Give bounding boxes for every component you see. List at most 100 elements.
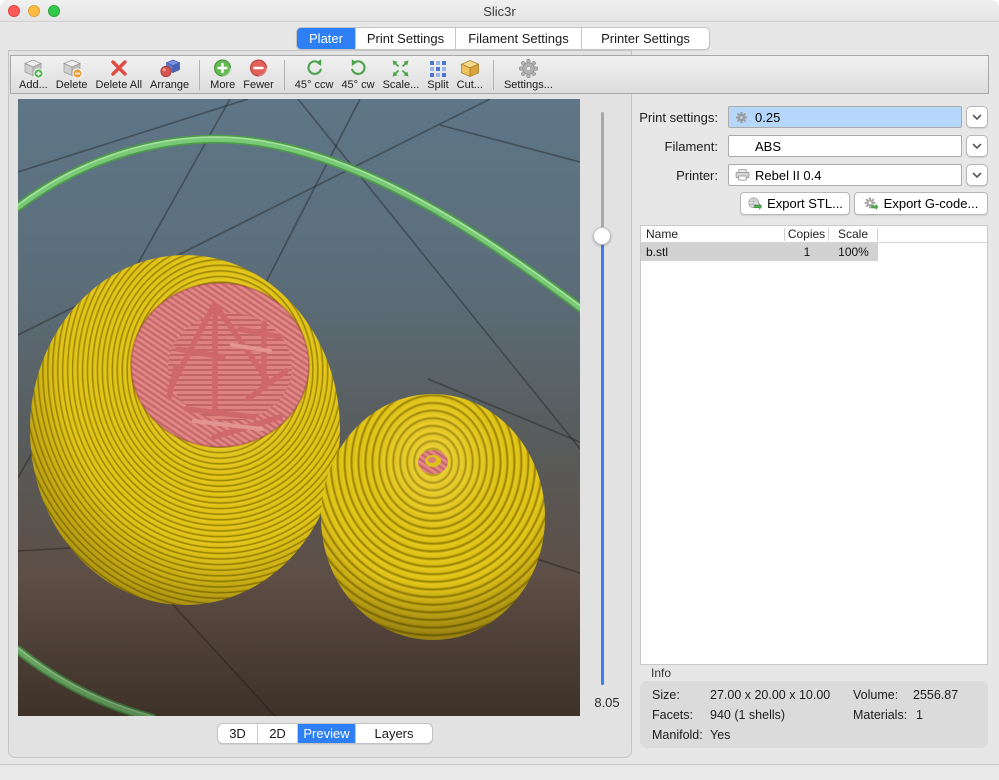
rotate-ccw-button[interactable]: 45° ccw xyxy=(291,57,338,91)
filament-dropdown-button[interactable] xyxy=(966,135,988,157)
chevron-down-icon xyxy=(972,143,982,150)
add-object-icon xyxy=(21,58,45,79)
layer-slider-handle[interactable] xyxy=(593,227,611,245)
rotate-cw-button[interactable]: 45° cw xyxy=(337,57,378,91)
window-title: Slic3r xyxy=(0,4,999,19)
materials-value: 1 xyxy=(916,708,923,722)
facets-label: Facets: xyxy=(652,708,693,722)
printer-value: Rebel II 0.4 xyxy=(755,168,822,183)
size-label: Size: xyxy=(652,688,680,702)
layer-slider-fill xyxy=(601,236,604,685)
facets-value: 940 (1 shells) xyxy=(710,708,785,722)
view-tab-preview[interactable]: Preview xyxy=(298,724,356,743)
printer-label: Printer: xyxy=(628,168,718,183)
export-gcode-icon xyxy=(864,197,879,211)
column-header-copies[interactable]: Copies xyxy=(785,228,829,241)
toolbar: Add... Delete Delete All xyxy=(10,55,989,94)
view-tab-2d[interactable]: 2D xyxy=(258,724,298,743)
tab-printer-settings[interactable]: Printer Settings xyxy=(582,28,709,49)
manifold-label: Manifold: xyxy=(652,728,703,742)
add-button[interactable]: Add... xyxy=(15,57,52,91)
volume-value: 2556.87 xyxy=(913,688,958,702)
print-preview-scene xyxy=(18,99,580,716)
export-gcode-button[interactable]: Export G-code... xyxy=(854,192,988,215)
tab-plater[interactable]: Plater xyxy=(297,28,356,49)
main-tab-bar: Plater Print Settings Filament Settings … xyxy=(296,27,710,50)
toolbar-label: Scale... xyxy=(383,79,420,91)
toolbar-label: Settings... xyxy=(504,79,553,91)
toolbar-separator xyxy=(493,60,494,90)
title-bar: Slic3r xyxy=(0,0,999,22)
toolbar-label: 45° cw xyxy=(341,79,374,91)
delete-button[interactable]: Delete xyxy=(52,57,92,91)
toolbar-label: More xyxy=(210,79,235,91)
cell-copies: 1 xyxy=(785,245,829,259)
toolbar-label: Add... xyxy=(19,79,48,91)
cut-button[interactable]: Cut... xyxy=(453,57,487,91)
app-window: Slic3r Plater Print Settings Filament Se… xyxy=(0,0,999,780)
toolbar-label: Arrange xyxy=(150,79,189,91)
print-settings-combo[interactable]: 0.25 xyxy=(728,106,962,128)
gear-icon xyxy=(735,111,750,124)
tab-print-settings[interactable]: Print Settings xyxy=(356,28,456,49)
manifold-value: Yes xyxy=(710,728,730,742)
printer-icon xyxy=(735,169,750,181)
printer-combo[interactable]: Rebel II 0.4 xyxy=(728,164,962,186)
chevron-down-icon xyxy=(972,114,982,121)
export-stl-label: Export STL... xyxy=(767,196,843,211)
filament-combo[interactable]: ABS xyxy=(728,135,962,157)
settings-button[interactable]: Settings... xyxy=(500,57,557,91)
fewer-button[interactable]: Fewer xyxy=(239,57,278,91)
column-header-name[interactable]: Name xyxy=(641,228,785,241)
toolbar-separator xyxy=(284,60,285,90)
printed-object-large xyxy=(30,255,340,605)
toolbar-label: Delete All xyxy=(96,79,142,91)
delete-all-icon xyxy=(108,58,130,79)
more-copies-icon xyxy=(212,58,233,79)
split-button[interactable]: Split xyxy=(423,57,452,91)
table-row[interactable]: b.stl 1 100% xyxy=(641,243,987,261)
arrange-icon xyxy=(158,58,182,79)
more-button[interactable]: More xyxy=(206,57,239,91)
view-tab-bar: 3D 2D Preview Layers xyxy=(217,723,433,744)
column-header-scale[interactable]: Scale xyxy=(829,228,878,241)
cell-scale: 100% xyxy=(829,245,878,259)
object-list-header: Name Copies Scale xyxy=(641,226,987,243)
filament-value: ABS xyxy=(755,139,781,154)
cut-icon xyxy=(458,58,482,79)
view-tab-layers[interactable]: Layers xyxy=(356,724,432,743)
toolbar-label: Cut... xyxy=(457,79,483,91)
scale-button[interactable]: Scale... xyxy=(379,57,424,91)
info-section-title: Info xyxy=(651,666,671,680)
print-settings-dropdown-button[interactable] xyxy=(966,106,988,128)
toolbar-label: Split xyxy=(427,79,448,91)
toolbar-label: 45° ccw xyxy=(295,79,334,91)
delete-all-button[interactable]: Delete All xyxy=(92,57,146,91)
scale-icon xyxy=(390,58,411,79)
view-tab-3d[interactable]: 3D xyxy=(218,724,258,743)
print-settings-label: Print settings: xyxy=(628,110,718,125)
cell-name: b.stl xyxy=(641,245,785,259)
print-settings-value: 0.25 xyxy=(755,110,780,125)
export-gcode-label: Export G-code... xyxy=(884,196,979,211)
materials-label: Materials: xyxy=(853,708,907,722)
toolbar-label: Delete xyxy=(56,79,88,91)
delete-object-icon xyxy=(60,58,84,79)
object-list: Name Copies Scale b.stl 1 100% xyxy=(640,225,988,665)
rotate-ccw-icon xyxy=(304,58,325,79)
layer-slider-value: 8.05 xyxy=(583,695,631,710)
fewer-copies-icon xyxy=(248,58,269,79)
split-icon xyxy=(427,58,448,79)
column-header-filler xyxy=(878,228,987,241)
toolbar-separator xyxy=(199,60,200,90)
toolbar-label: Fewer xyxy=(243,79,274,91)
volume-label: Volume: xyxy=(853,688,898,702)
rotate-cw-icon xyxy=(348,58,369,79)
info-box: Size: 27.00 x 20.00 x 10.00 Volume: 2556… xyxy=(640,681,988,748)
tab-filament-settings[interactable]: Filament Settings xyxy=(456,28,582,49)
arrange-button[interactable]: Arrange xyxy=(146,57,193,91)
export-stl-icon xyxy=(747,197,762,211)
3d-preview-canvas[interactable] xyxy=(18,99,580,716)
export-stl-button[interactable]: Export STL... xyxy=(740,192,850,215)
printer-dropdown-button[interactable] xyxy=(966,164,988,186)
